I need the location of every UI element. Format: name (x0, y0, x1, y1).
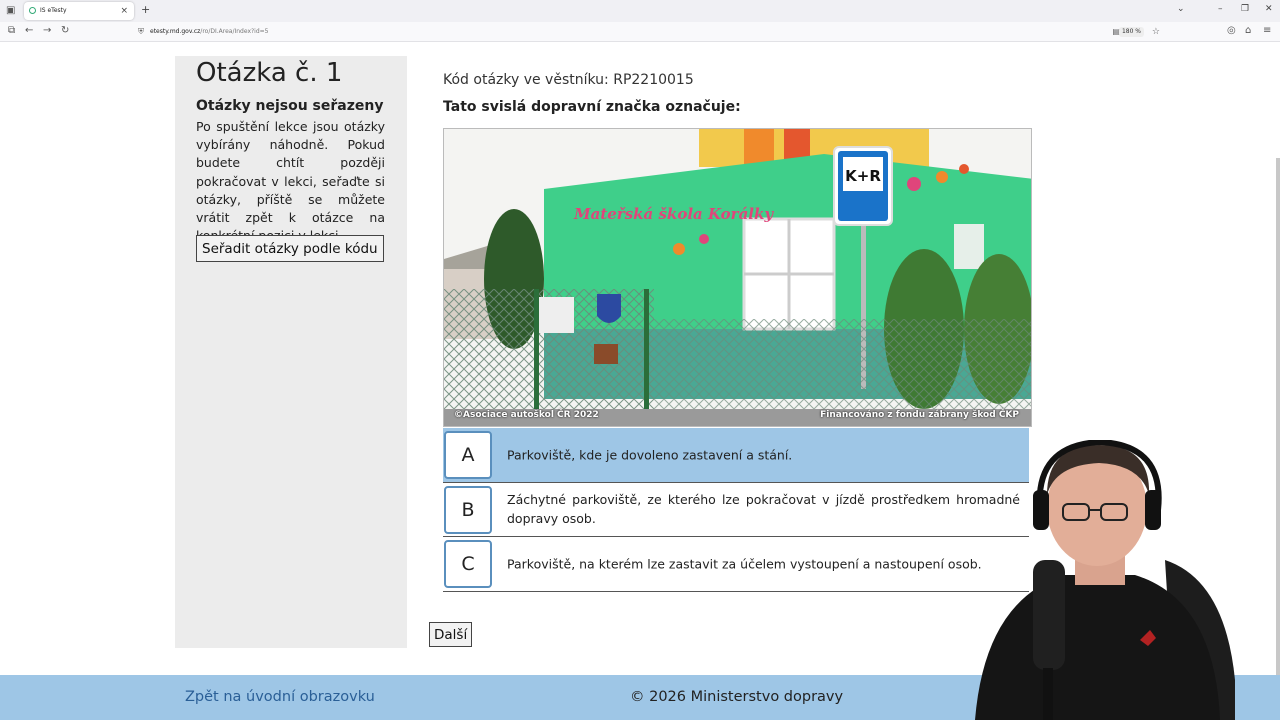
question-sidebar: Otázka č. 1 Otázky nejsou seřazeny Po sp… (175, 56, 407, 648)
question-text: Tato svislá dopravní značka označuje: (443, 99, 741, 115)
url-host: etesty.md.gov.cz (150, 28, 201, 35)
question-image: Mateřská škola Korálky K+R ©Asociace aut… (443, 128, 1032, 427)
bookmark-star-icon[interactable]: ☆ (1152, 24, 1160, 40)
building-lettering: Mateřská škola Korálky (573, 205, 774, 223)
question-number-title: Otázka č. 1 (196, 58, 343, 88)
webcam-overlay (915, 438, 1280, 720)
copyright-text: © 2026 Ministerstvo dopravy (630, 689, 844, 705)
image-credit-left: ©Asociace autoškol ČR 2022 (454, 410, 599, 420)
browser-tab[interactable]: IS eTesty × (24, 2, 134, 20)
answer-letter[interactable]: A (444, 431, 492, 479)
kr-sign-text: K+R (845, 167, 881, 185)
account-icon[interactable]: ◎ (1227, 25, 1236, 36)
forward-icon[interactable]: → (43, 25, 51, 36)
back-to-home-link[interactable]: Zpět na úvodní obrazovku (185, 689, 375, 705)
question-code: Kód otázky ve věstníku: RP2210015 (443, 72, 694, 88)
image-credit-right: Financováno z fondu zábrany škod ČKP (820, 410, 1019, 420)
extensions-icon[interactable]: ⌂ (1245, 25, 1251, 36)
url-path: /ro/DI.Area/Index?id=5 (200, 28, 269, 35)
tab-title: IS eTesty (40, 7, 67, 14)
url-bar[interactable]: ⛨ etesty.md.gov.cz/ro/DI.Area/Index?id=5… (132, 24, 1164, 40)
menu-icon[interactable]: ≡ (1263, 25, 1271, 36)
sort-description: Po spuštění lekce jsou otázky vybírány n… (196, 119, 385, 243)
lock-icon: ⛨ (138, 27, 144, 36)
sidebar-toggle-icon[interactable]: ⧉ (8, 25, 15, 36)
back-icon[interactable]: ← (25, 25, 33, 36)
browser-navbar: ⧉ ← → ↻ ⛨ etesty.md.gov.cz/ro/DI.Area/In… (0, 22, 1280, 42)
close-window-icon[interactable]: ✕ (1265, 4, 1273, 14)
minimize-icon[interactable]: – (1218, 4, 1223, 14)
zoom-indicator[interactable]: 180 % (1118, 27, 1144, 37)
restore-icon[interactable]: ❐ (1241, 4, 1249, 14)
reload-icon[interactable]: ↻ (61, 25, 69, 36)
sort-status-heading: Otázky nejsou seřazeny (196, 98, 384, 114)
answer-letter[interactable]: C (444, 540, 492, 588)
tab-list-icon[interactable]: ⌄ (1177, 4, 1185, 14)
new-tab-icon[interactable]: + (141, 3, 150, 16)
window-menu-icon[interactable]: ▣ (6, 5, 15, 16)
browser-tabbar: ▣ IS eTesty × + ⌄ – ❐ ✕ (0, 0, 1280, 22)
favicon-icon (29, 7, 36, 14)
next-button[interactable]: Další (429, 622, 473, 647)
sort-by-code-button[interactable]: Seřadit otázky podle kódu (196, 235, 384, 262)
close-tab-icon[interactable]: × (120, 2, 128, 20)
answer-letter[interactable]: B (444, 485, 492, 534)
